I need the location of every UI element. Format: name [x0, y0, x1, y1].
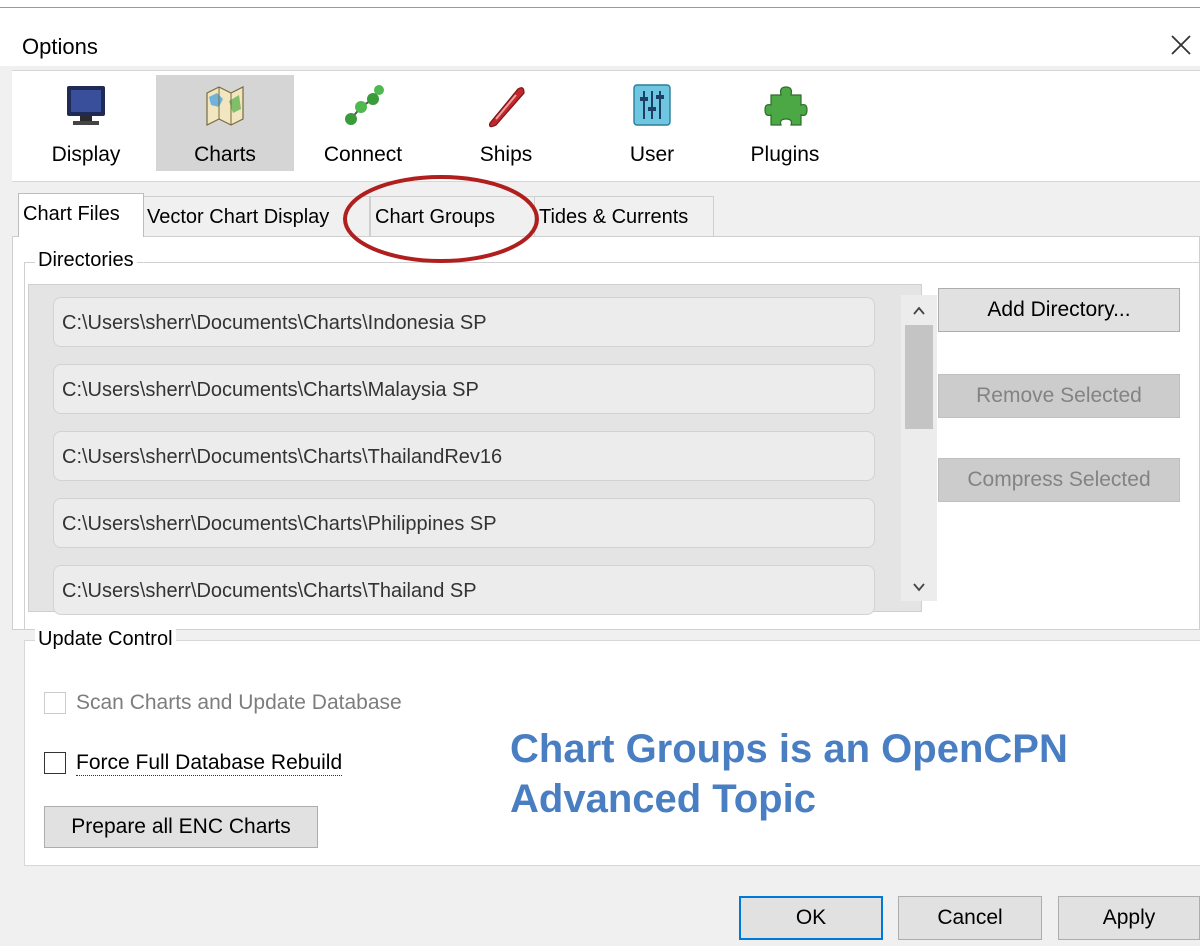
list-item[interactable]: C:\Users\sherr\Documents\Charts\Thailand…: [53, 431, 875, 481]
monitor-icon: [67, 86, 105, 125]
cancel-button[interactable]: Cancel: [898, 896, 1042, 940]
sliders-icon: [633, 84, 671, 126]
window-title: Options: [22, 34, 98, 59]
toolbar-item-user[interactable]: User: [600, 75, 704, 171]
puzzle-icon: [764, 86, 808, 126]
toolbar-item-display[interactable]: Display: [24, 75, 148, 171]
annotation-text: Chart Groups is an OpenCPN Advanced Topi…: [510, 724, 1068, 824]
toolbar-label-display: Display: [51, 143, 121, 166]
toolbar-label-plugins: Plugins: [750, 143, 820, 166]
force-rebuild-checkbox[interactable]: [44, 752, 66, 774]
force-rebuild-label: Force Full Database Rebuild: [76, 751, 343, 776]
update-control-title: Update Control: [35, 628, 176, 651]
list-item[interactable]: C:\Users\sherr\Documents\Charts\Indonesi…: [53, 297, 875, 347]
toolbar-item-charts[interactable]: Charts: [156, 75, 294, 171]
prepare-enc-charts-button[interactable]: Prepare all ENC Charts: [44, 806, 318, 848]
window-top-edge: [0, 0, 1200, 8]
directories-title: Directories: [35, 249, 137, 272]
apply-button[interactable]: Apply: [1058, 896, 1200, 940]
tab-vector-chart-display[interactable]: Vector Chart Display: [142, 196, 370, 236]
list-item[interactable]: C:\Users\sherr\Documents\Charts\Thailand…: [53, 565, 875, 615]
toolbar-label-user: User: [629, 143, 675, 166]
add-directory-button[interactable]: Add Directory...: [938, 288, 1180, 332]
toolbar-item-connect[interactable]: Connect: [308, 75, 418, 171]
toolbar-label-charts: Charts: [194, 143, 256, 166]
list-scrollbar[interactable]: [901, 295, 937, 601]
toolbar-label-connect: Connect: [323, 143, 403, 166]
list-item[interactable]: C:\Users\sherr\Documents\Charts\Malaysia…: [53, 364, 875, 414]
toolbar-label-ships: Ships: [479, 143, 533, 166]
compress-selected-button[interactable]: Compress Selected: [938, 458, 1180, 502]
ship-icon: [489, 87, 525, 128]
tab-chart-files[interactable]: Chart Files: [18, 193, 144, 237]
close-icon[interactable]: [1166, 30, 1196, 60]
toolbar-item-plugins[interactable]: Plugins: [740, 75, 830, 171]
directory-list[interactable]: C:\Users\sherr\Documents\Charts\Indonesi…: [28, 284, 937, 615]
annotation-line-2: Advanced Topic: [510, 777, 816, 821]
chevron-down-icon[interactable]: [909, 577, 929, 597]
title-bar: Options: [0, 8, 1200, 66]
scan-charts-label: Scan Charts and Update Database: [76, 691, 402, 714]
list-item[interactable]: C:\Users\sherr\Documents\Charts\Philippi…: [53, 498, 875, 548]
ok-button[interactable]: OK: [739, 896, 883, 940]
tab-chart-groups[interactable]: Chart Groups: [370, 196, 536, 236]
scan-charts-checkbox[interactable]: [44, 692, 66, 714]
chart-map-icon: [206, 86, 244, 126]
toolbar-item-ships[interactable]: Ships: [458, 75, 554, 171]
remove-selected-button[interactable]: Remove Selected: [938, 374, 1180, 418]
tab-tides-currents[interactable]: Tides & Currents: [534, 196, 714, 236]
chevron-up-icon[interactable]: [909, 301, 929, 321]
annotation-line-1: Chart Groups is an OpenCPN: [510, 727, 1068, 771]
connect-nodes-icon: [345, 85, 384, 125]
category-toolbar: Display Charts Connect Ships User Plugin…: [12, 70, 1200, 182]
scrollbar-thumb[interactable]: [905, 325, 933, 429]
